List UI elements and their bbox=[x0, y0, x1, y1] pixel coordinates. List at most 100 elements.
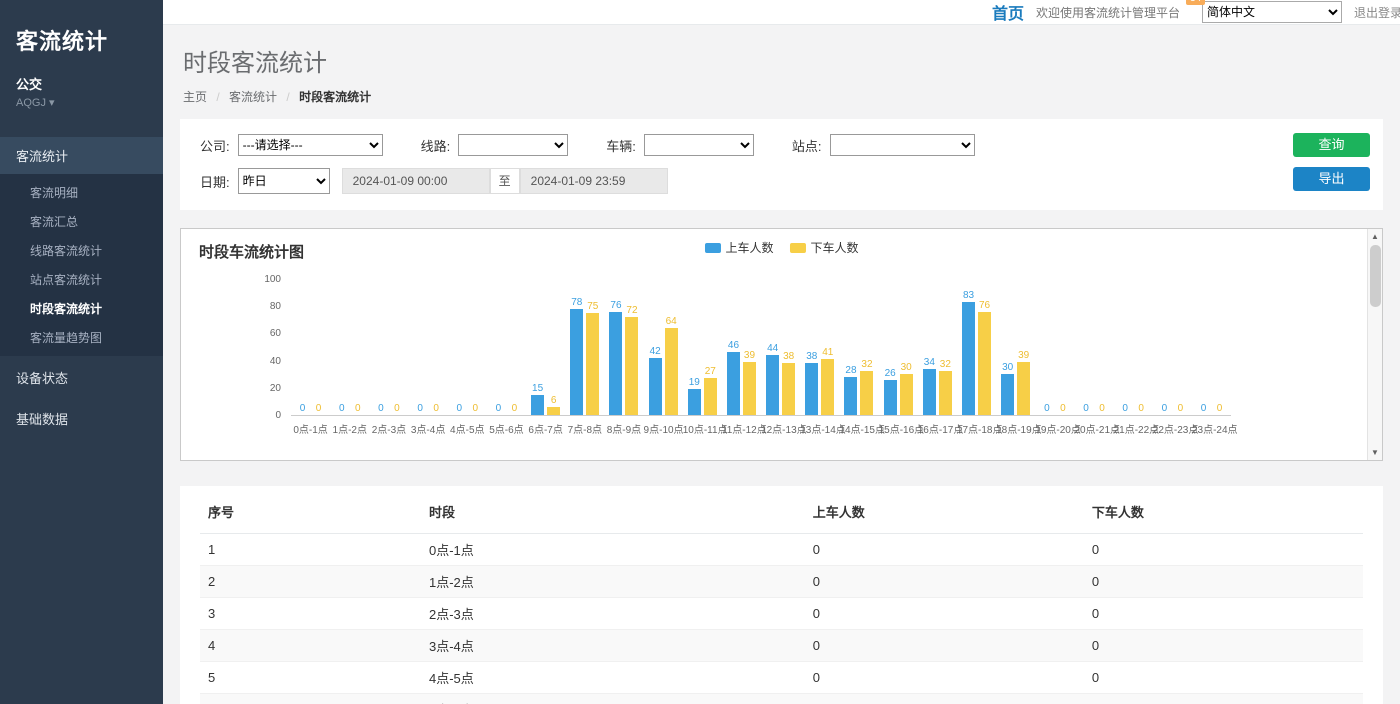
sidebar-subitem[interactable]: 客流汇总 bbox=[0, 207, 163, 236]
line-label: 线路: bbox=[421, 136, 451, 155]
table-cell: 2 bbox=[200, 566, 421, 598]
scroll-down-icon[interactable]: ▼ bbox=[1368, 445, 1382, 460]
bar-value-label: 39 bbox=[744, 350, 755, 361]
chart-scrollbar[interactable]: ▲ ▼ bbox=[1367, 229, 1382, 460]
table-row: 32点-3点00 bbox=[200, 598, 1363, 630]
bar-value-label: 0 bbox=[355, 403, 361, 414]
table-cell: 6 bbox=[200, 694, 421, 704]
sidebar: 客流统计 公交 AQGJ ▾ 客流统计 客流明细客流汇总线路客流统计站点客流统计… bbox=[0, 0, 163, 704]
x-axis: 0点-1点1点-2点2点-3点3点-4点4点-5点5点-6点6点-7点7点-8点… bbox=[291, 416, 1231, 436]
sidebar-item-base-data[interactable]: 基础数据 bbox=[0, 399, 163, 438]
bar-alighting: 38 bbox=[782, 363, 795, 415]
breadcrumb-passenger-stats[interactable]: 客流统计 bbox=[229, 90, 277, 104]
notification-badge[interactable]: 34 bbox=[1186, 0, 1205, 5]
bar-value-label: 0 bbox=[1099, 403, 1105, 414]
org-code-dropdown[interactable]: AQGJ ▾ bbox=[16, 96, 147, 109]
bar-value-label: 0 bbox=[300, 403, 306, 414]
org-block[interactable]: 公交 AQGJ ▾ bbox=[0, 62, 163, 123]
legend-boarding[interactable]: 上车人数 bbox=[704, 239, 773, 256]
col-header-index: 序号 bbox=[200, 488, 421, 534]
bar-value-label: 78 bbox=[571, 297, 582, 308]
sidebar-subitem[interactable]: 线路客流统计 bbox=[0, 236, 163, 265]
page-header: 时段客流统计 主页 / 客流统计 / 时段客流统计 bbox=[163, 25, 1400, 119]
sidebar-subitem[interactable]: 站点客流统计 bbox=[0, 265, 163, 294]
breadcrumb-home[interactable]: 主页 bbox=[183, 90, 207, 104]
bar-value-label: 0 bbox=[1122, 403, 1128, 414]
content: 公司: ---请选择--- 线路: 车辆: 站点: bbox=[163, 119, 1400, 704]
bar-group: 00 bbox=[487, 280, 526, 415]
sidebar-item-device-status[interactable]: 设备状态 bbox=[0, 358, 163, 397]
vehicle-select[interactable] bbox=[644, 134, 754, 156]
bar-value-label: 19 bbox=[689, 377, 700, 388]
breadcrumb: 主页 / 客流统计 / 时段客流统计 bbox=[183, 88, 1375, 105]
sidebar-subitem-active[interactable]: 时段客流统计 bbox=[0, 294, 163, 323]
x-axis-label: 8点-9点 bbox=[604, 421, 643, 436]
scrollbar-thumb[interactable] bbox=[1370, 245, 1381, 307]
y-axis: 020406080100 bbox=[181, 280, 291, 416]
scroll-up-icon[interactable]: ▲ bbox=[1368, 229, 1382, 244]
bar-group: 4264 bbox=[644, 280, 683, 415]
chart-legend: 上车人数 下车人数 bbox=[704, 239, 858, 256]
table-cell: 0 bbox=[1084, 662, 1363, 694]
sidebar-menu: 客流统计 客流明细客流汇总线路客流统计站点客流统计时段客流统计客流量趋势图 设备… bbox=[0, 137, 163, 438]
bar-group: 8376 bbox=[957, 280, 996, 415]
table-cell: 0点-1点 bbox=[421, 534, 805, 566]
date-start-input[interactable] bbox=[342, 168, 490, 194]
table-row: 65点-6点00 bbox=[200, 694, 1363, 704]
col-header-boarding: 上车人数 bbox=[805, 488, 1084, 534]
bar-boarding: 78 bbox=[570, 309, 583, 415]
sidebar-item-passenger-stats[interactable]: 客流统计 bbox=[0, 137, 163, 174]
table-cell: 5点-6点 bbox=[421, 694, 805, 704]
bar-value-label: 30 bbox=[1002, 362, 1013, 373]
line-select[interactable] bbox=[458, 134, 568, 156]
bar-value-label: 41 bbox=[822, 347, 833, 358]
bar-value-label: 0 bbox=[339, 403, 345, 414]
home-link[interactable]: 首页 bbox=[992, 0, 1024, 24]
table-cell: 0 bbox=[805, 630, 1084, 662]
bar-group: 1927 bbox=[683, 280, 722, 415]
table-cell: 4点-5点 bbox=[421, 662, 805, 694]
bar-boarding: 15 bbox=[531, 395, 544, 415]
bar-value-label: 0 bbox=[378, 403, 384, 414]
bar-group: 00 bbox=[1153, 280, 1192, 415]
bar-alighting: 76 bbox=[978, 312, 991, 415]
export-button[interactable]: 导出 bbox=[1293, 167, 1370, 191]
bar-alighting: 64 bbox=[665, 328, 678, 415]
logout-link[interactable]: 退出登录 bbox=[1354, 4, 1400, 21]
bar-value-label: 26 bbox=[885, 368, 896, 379]
table-cell: 0 bbox=[805, 534, 1084, 566]
col-header-alighting: 下车人数 bbox=[1084, 488, 1363, 534]
sidebar-subitem[interactable]: 客流明细 bbox=[0, 178, 163, 207]
language-select[interactable]: 简体中文 bbox=[1202, 1, 1342, 23]
bar-value-label: 30 bbox=[901, 362, 912, 373]
bar-group: 00 bbox=[409, 280, 448, 415]
bar-group: 4438 bbox=[761, 280, 800, 415]
bar-group: 156 bbox=[526, 280, 565, 415]
station-select[interactable] bbox=[830, 134, 975, 156]
breadcrumb-separator: / bbox=[286, 90, 289, 104]
legend-alighting[interactable]: 下车人数 bbox=[790, 239, 859, 256]
table-cell: 2点-3点 bbox=[421, 598, 805, 630]
x-axis-label: 20点-21点 bbox=[1074, 421, 1113, 436]
sidebar-subitem[interactable]: 客流量趋势图 bbox=[0, 323, 163, 352]
bar-boarding: 30 bbox=[1001, 374, 1014, 415]
company-select[interactable]: ---请选择--- bbox=[238, 134, 383, 156]
table-cell: 0 bbox=[1084, 694, 1363, 704]
x-axis-label: 17点-18点 bbox=[957, 421, 996, 436]
topbar: 首页 欢迎使用客流统计管理平台 34 简体中文 退出登录 bbox=[163, 0, 1400, 25]
chevron-down-icon: ▾ bbox=[49, 97, 55, 109]
bar-group: 00 bbox=[448, 280, 487, 415]
app-logo: 客流统计 bbox=[0, 0, 163, 62]
breadcrumb-current: 时段客流统计 bbox=[299, 90, 371, 104]
bar-value-label: 0 bbox=[1201, 403, 1207, 414]
date-preset-select[interactable]: 昨日 bbox=[238, 168, 330, 194]
query-button[interactable]: 查询 bbox=[1293, 133, 1370, 157]
table-cell: 0 bbox=[805, 598, 1084, 630]
bar-value-label: 0 bbox=[394, 403, 400, 414]
date-end-input[interactable] bbox=[520, 168, 668, 194]
bar-group: 2832 bbox=[839, 280, 878, 415]
x-axis-label: 5点-6点 bbox=[487, 421, 526, 436]
bar-group: 7672 bbox=[604, 280, 643, 415]
bar-boarding: 38 bbox=[805, 363, 818, 415]
bar-value-label: 76 bbox=[979, 300, 990, 311]
